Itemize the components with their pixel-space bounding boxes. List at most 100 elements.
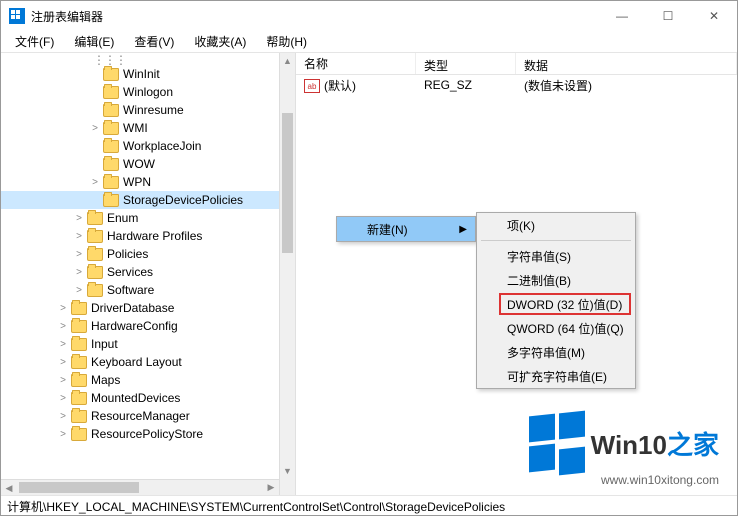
tree-node[interactable]: >MountedDevices	[1, 389, 295, 407]
folder-icon	[103, 176, 119, 189]
expand-icon[interactable]: >	[73, 248, 85, 260]
expand-icon[interactable]: >	[57, 392, 69, 404]
scroll-right-icon[interactable]: ▶	[263, 480, 279, 495]
submenu-key[interactable]: 项(K)	[477, 213, 635, 237]
scroll-thumb[interactable]	[282, 113, 293, 253]
expand-icon	[89, 140, 101, 152]
submenu-qword[interactable]: QWORD (64 位)值(Q)	[477, 316, 635, 340]
tree-node[interactable]: StorageDevicePolicies	[1, 191, 295, 209]
tree-node-label: WMI	[123, 121, 148, 135]
folder-icon	[103, 104, 119, 117]
tree-node[interactable]: >HardwareConfig	[1, 317, 295, 335]
list-header: 名称 类型 数据	[296, 53, 737, 75]
string-value-icon: ab	[304, 79, 320, 93]
tree-node[interactable]: > Keyboard Layout	[1, 353, 295, 371]
tree-node[interactable]: > WPN	[1, 173, 295, 191]
column-data[interactable]: 数据	[516, 53, 737, 74]
folder-icon	[71, 356, 87, 369]
tree-node-label: Maps	[91, 373, 120, 387]
maximize-button[interactable]: ☐	[645, 1, 691, 31]
submenu-string[interactable]: 字符串值(S)	[477, 244, 635, 268]
expand-icon	[89, 194, 101, 206]
folder-icon	[103, 158, 119, 171]
folder-icon	[103, 122, 119, 135]
menu-help[interactable]: 帮助(H)	[256, 31, 317, 52]
tree-node-label: WorkplaceJoin	[123, 139, 201, 153]
folder-icon	[87, 284, 103, 297]
tree-node[interactable]: >Enum	[1, 209, 295, 227]
expand-icon[interactable]: >	[89, 176, 101, 188]
tree-node[interactable]: >ResourcePolicyStore	[1, 425, 295, 443]
folder-icon	[71, 338, 87, 351]
expand-icon[interactable]: >	[73, 284, 85, 296]
expand-icon[interactable]: >	[57, 410, 69, 422]
menu-edit[interactable]: 编辑(E)	[64, 31, 124, 52]
expand-icon[interactable]: >	[57, 356, 69, 368]
tree-node[interactable]: Winresume	[1, 101, 295, 119]
tree-node-label: Policies	[107, 247, 148, 261]
expand-icon[interactable]: >	[73, 212, 85, 224]
tree-scrollbar-horizontal[interactable]: ◀ ▶	[1, 479, 279, 495]
tree-node-label: Keyboard Layout	[91, 355, 182, 369]
submenu-expand[interactable]: 可扩充字符串值(E)	[477, 364, 635, 388]
tree-node[interactable]: >Input	[1, 335, 295, 353]
watermark-url: www.win10xitong.com	[529, 473, 719, 487]
scroll-up-icon[interactable]: ▲	[280, 53, 295, 69]
tree-node[interactable]: > WMI	[1, 119, 295, 137]
expand-icon[interactable]: >	[73, 230, 85, 242]
expand-icon[interactable]: >	[57, 374, 69, 386]
expand-icon	[89, 68, 101, 80]
tree-overflow-top: ⋮⋮⋮	[93, 53, 295, 65]
tree-node[interactable]: >DriverDatabase	[1, 299, 295, 317]
tree-node[interactable]: WorkplaceJoin	[1, 137, 295, 155]
folder-icon	[103, 194, 119, 207]
minimize-button[interactable]: —	[599, 1, 645, 31]
folder-icon	[71, 410, 87, 423]
tree-node[interactable]: > Hardware Profiles	[1, 227, 295, 245]
tree-node[interactable]: > ResourceManager	[1, 407, 295, 425]
context-menu-new[interactable]: 新建(N) ▶	[337, 217, 475, 241]
tree-node-label: WPN	[123, 175, 151, 189]
folder-icon	[87, 248, 103, 261]
scroll-down-icon[interactable]: ▼	[280, 463, 295, 479]
watermark: Win10之家 www.win10xitong.com	[529, 415, 719, 487]
menu-file[interactable]: 文件(F)	[5, 31, 64, 52]
tree-node[interactable]: > Policies	[1, 245, 295, 263]
folder-icon	[103, 140, 119, 153]
tree-scrollbar-vertical[interactable]: ▲ ▼	[279, 53, 295, 495]
tree-node[interactable]: Winlogon	[1, 83, 295, 101]
folder-icon	[103, 68, 119, 81]
folder-icon	[87, 266, 103, 279]
close-button[interactable]: ✕	[691, 1, 737, 31]
tree-node[interactable]: WOW	[1, 155, 295, 173]
tree-node[interactable]: >Software	[1, 281, 295, 299]
windows-logo-icon	[529, 415, 585, 471]
value-type: REG_SZ	[416, 78, 516, 92]
tree-node[interactable]: > Maps	[1, 371, 295, 389]
tree-node[interactable]: >Services	[1, 263, 295, 281]
submenu-multi[interactable]: 多字符串值(M)	[477, 340, 635, 364]
scroll-thumb-h[interactable]	[19, 482, 139, 493]
expand-icon[interactable]: >	[73, 266, 85, 278]
list-row[interactable]: ab(默认) REG_SZ (数值未设置)	[296, 75, 737, 95]
submenu-dword[interactable]: DWORD (32 位)值(D)	[477, 292, 635, 316]
folder-icon	[71, 392, 87, 405]
tree-node-label: ResourceManager	[91, 409, 190, 423]
menu-view[interactable]: 查看(V)	[124, 31, 184, 52]
expand-icon[interactable]: >	[57, 320, 69, 332]
window-controls: — ☐ ✕	[599, 1, 737, 31]
menu-favorites[interactable]: 收藏夹(A)	[184, 31, 256, 52]
tree-node-label: Hardware Profiles	[107, 229, 202, 243]
folder-icon	[87, 212, 103, 225]
submenu-binary[interactable]: 二进制值(B)	[477, 268, 635, 292]
scroll-left-icon[interactable]: ◀	[1, 481, 17, 495]
tree-node[interactable]: WinInit	[1, 65, 295, 83]
tree-pane[interactable]: ⋮⋮⋮ WinInitWinlogon Winresume > WMI Workplac…	[1, 53, 296, 495]
tree-node-label: Winresume	[123, 103, 184, 117]
column-type[interactable]: 类型	[416, 53, 516, 74]
column-name[interactable]: 名称	[296, 53, 416, 74]
expand-icon[interactable]: >	[89, 122, 101, 134]
expand-icon[interactable]: >	[57, 338, 69, 350]
expand-icon[interactable]: >	[57, 302, 69, 314]
expand-icon[interactable]: >	[57, 428, 69, 440]
